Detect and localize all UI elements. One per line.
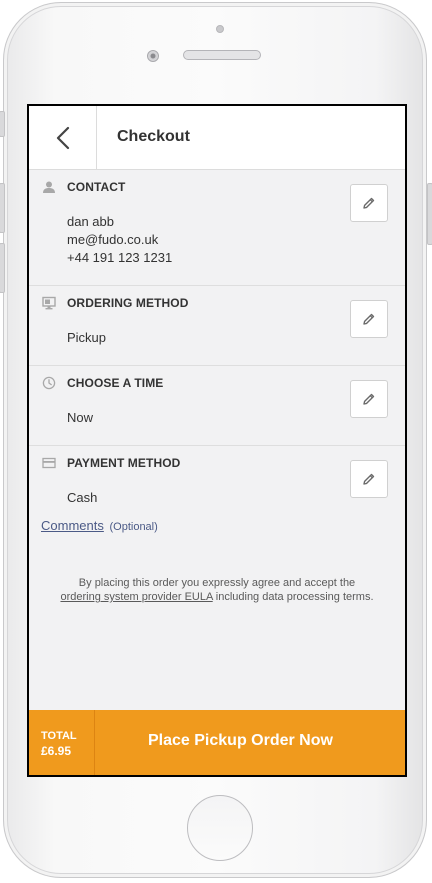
total-label: TOTAL <box>41 730 77 742</box>
page-title: Checkout <box>117 128 190 145</box>
place-order-bar[interactable]: TOTAL £6.95 Place Pickup Order Now <box>29 710 405 775</box>
contact-name: dan abb <box>67 214 114 229</box>
earpiece-speaker <box>183 50 261 60</box>
edit-ordering-method-button[interactable] <box>350 300 388 338</box>
pencil-icon <box>363 197 375 209</box>
edit-time-button[interactable] <box>350 380 388 418</box>
payment-method-title: PAYMENT METHOD <box>67 456 181 470</box>
volume-up-button <box>0 183 5 233</box>
comments-row: Comments (Optional) <box>41 518 158 533</box>
volume-down-button <box>0 243 5 293</box>
home-button[interactable] <box>187 795 253 861</box>
back-button[interactable] <box>29 106 97 169</box>
contact-phone: +44 191 123 1231 <box>67 250 173 265</box>
edit-contact-button[interactable] <box>350 184 388 222</box>
back-chevron-icon <box>56 126 69 149</box>
card-icon <box>42 457 56 469</box>
pencil-icon <box>363 393 375 405</box>
legal-suffix: including data processing terms. <box>212 591 374 603</box>
comments-optional-label: (Optional) <box>109 521 158 533</box>
user-icon <box>43 181 55 193</box>
ordering-method-section: ORDERING METHOD Pickup <box>29 286 405 366</box>
total-box: TOTAL £6.95 <box>29 710 95 775</box>
contact-section: CONTACT dan abb me@fudo.co.uk +44 191 12… <box>29 170 405 286</box>
front-camera <box>147 50 159 62</box>
sensor-dot <box>216 25 224 33</box>
total-value: £6.95 <box>41 744 72 758</box>
contact-title: CONTACT <box>67 180 126 194</box>
checkout-app: Checkout CONTACT dan abb me@fudo.co.uk +… <box>29 106 405 775</box>
choose-time-title: CHOOSE A TIME <box>67 376 164 390</box>
monitor-icon <box>42 296 56 310</box>
legal-notice: By placing this order you expressly agre… <box>57 576 377 604</box>
ordering-method-value: Pickup <box>67 330 107 345</box>
edit-payment-button[interactable] <box>350 460 388 498</box>
legal-prefix: By placing this order you expressly agre… <box>78 577 356 589</box>
power-button <box>427 183 432 245</box>
clock-icon <box>42 376 56 390</box>
eula-link[interactable]: ordering system provider EULA <box>60 591 212 603</box>
contact-email: me@fudo.co.uk <box>67 232 159 247</box>
phone-screen: Checkout CONTACT dan abb me@fudo.co.uk +… <box>27 104 407 777</box>
comments-link[interactable]: Comments <box>41 518 104 533</box>
payment-method-section: PAYMENT METHOD Cash <box>29 446 405 510</box>
place-order-button[interactable]: Place Pickup Order Now <box>148 732 333 750</box>
payment-method-value: Cash <box>67 490 98 505</box>
pencil-icon <box>363 313 375 325</box>
ordering-method-title: ORDERING METHOD <box>67 296 189 310</box>
choose-time-section: CHOOSE A TIME Now <box>29 366 405 446</box>
mute-switch <box>0 111 5 137</box>
choose-time-value: Now <box>67 410 94 425</box>
header-bar: Checkout <box>29 106 405 170</box>
pencil-icon <box>363 473 375 485</box>
